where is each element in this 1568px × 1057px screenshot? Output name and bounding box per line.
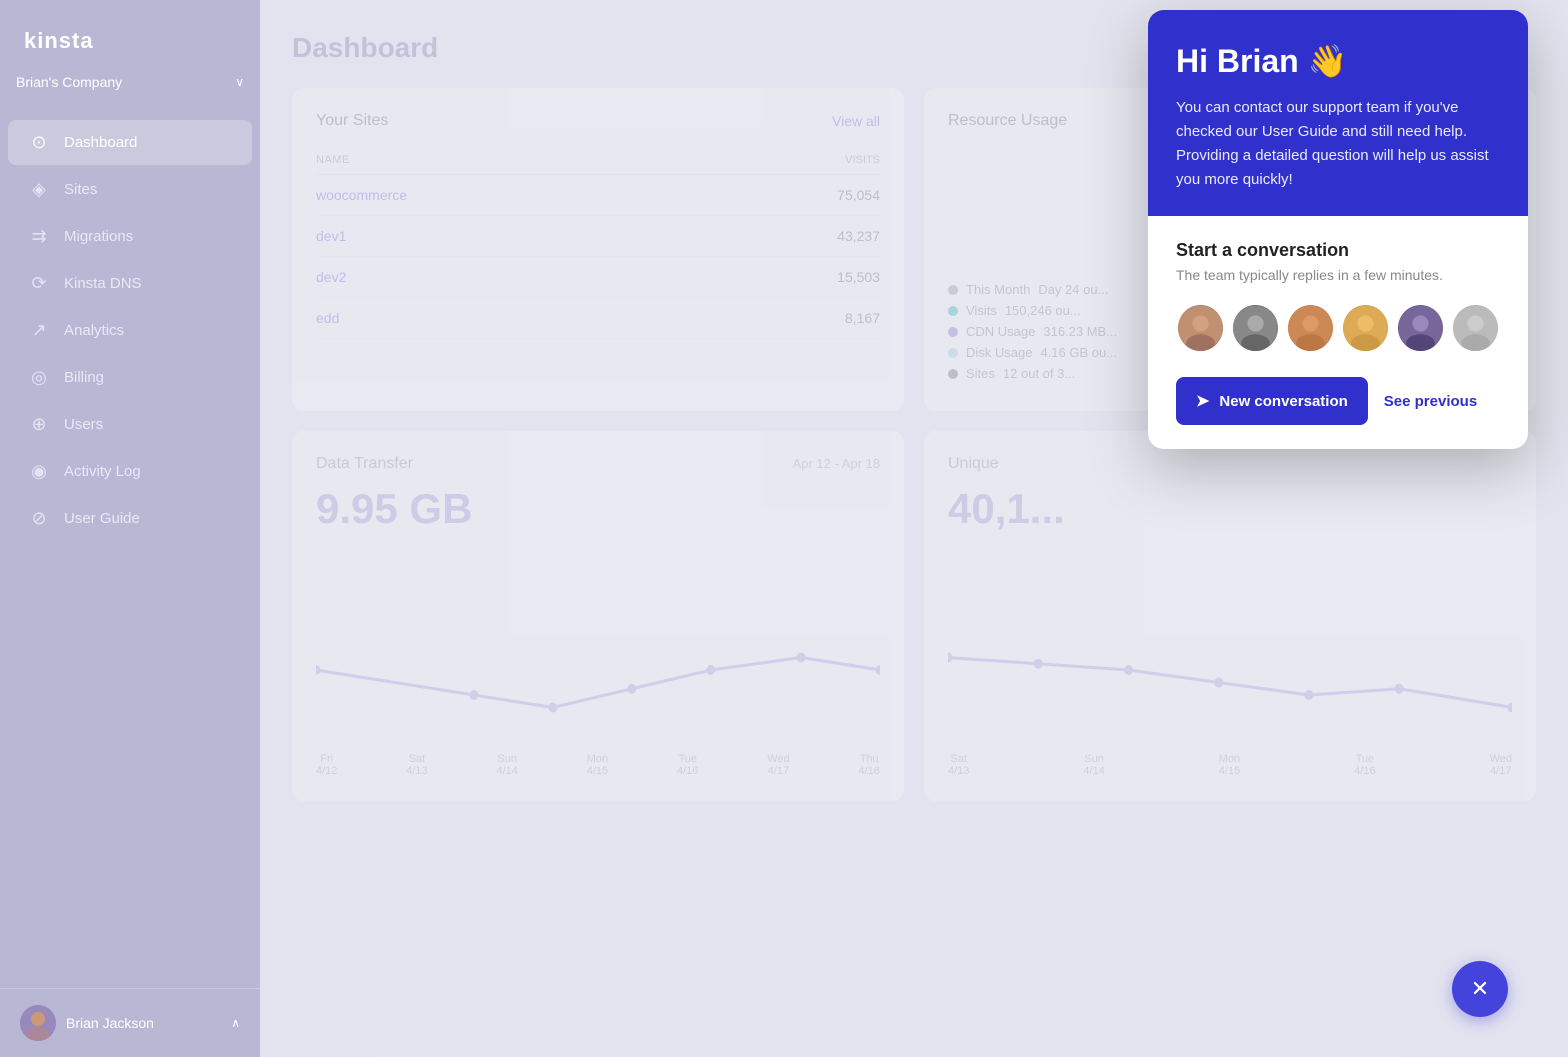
sidebar-item-dashboard[interactable]: ⊙ Dashboard — [8, 120, 252, 165]
sidebar-item-label: Activity Log — [64, 463, 141, 480]
support-avatar — [1341, 303, 1390, 353]
popup-body: Start a conversation The team typically … — [1148, 216, 1528, 449]
see-previous-link[interactable]: See previous — [1384, 393, 1477, 410]
support-avatar — [1451, 303, 1500, 353]
popup-greeting: Hi Brian 👋 — [1176, 42, 1500, 80]
sidebar-item-label: Analytics — [64, 322, 124, 339]
sidebar-item-sites[interactable]: ◈ Sites — [8, 167, 252, 212]
sidebar-item-migrations[interactable]: ⇉ Migrations — [8, 214, 252, 259]
send-icon: ➤ — [1196, 391, 1209, 411]
wave-emoji: 👋 — [1308, 43, 1348, 79]
sidebar-item-activity-log[interactable]: ◉ Activity Log — [8, 449, 252, 494]
users-icon: ⊕ — [28, 414, 50, 435]
close-icon: ✕ — [1471, 976, 1489, 1002]
sidebar: kinsta Brian's Company ∨ ⊙ Dashboard ◈ S… — [0, 0, 260, 1057]
sidebar-item-label: Dashboard — [64, 134, 137, 151]
sidebar-item-label: Migrations — [64, 228, 133, 245]
support-popup: Hi Brian 👋 You can contact our support t… — [1148, 10, 1528, 449]
close-button[interactable]: ✕ — [1452, 961, 1508, 1017]
activity-icon: ◉ — [28, 461, 50, 482]
user-name: Brian Jackson — [66, 1015, 154, 1031]
avatar — [20, 1005, 56, 1041]
sidebar-item-analytics[interactable]: ↗ Analytics — [8, 308, 252, 353]
billing-icon: ◎ — [28, 367, 50, 388]
main-content: Dashboard Your Sites View all NAME VISIT… — [260, 0, 1568, 1057]
popup-description: You can contact our support team if you'… — [1176, 96, 1500, 192]
sidebar-item-label: Billing — [64, 369, 104, 386]
guide-icon: ⊘ — [28, 508, 50, 529]
support-avatar — [1286, 303, 1335, 353]
new-conversation-button[interactable]: ➤ New conversation — [1176, 377, 1368, 425]
chevron-up-icon: ∧ — [231, 1016, 240, 1030]
sidebar-item-kinsta-dns[interactable]: ⟳ Kinsta DNS — [8, 261, 252, 306]
sidebar-item-label: Kinsta DNS — [64, 275, 142, 292]
sidebar-item-label: Users — [64, 416, 103, 433]
logo-container: kinsta — [0, 0, 260, 74]
support-avatar — [1396, 303, 1445, 353]
popup-header: Hi Brian 👋 You can contact our support t… — [1148, 10, 1528, 216]
popup-actions: ➤ New conversation See previous — [1176, 377, 1500, 425]
conversation-title: Start a conversation — [1176, 240, 1500, 261]
dns-icon: ⟳ — [28, 273, 50, 294]
chevron-down-icon: ∨ — [235, 75, 244, 89]
sidebar-item-billing[interactable]: ◎ Billing — [8, 355, 252, 400]
sidebar-item-label: Sites — [64, 181, 97, 198]
company-name: Brian's Company — [16, 74, 122, 90]
support-avatar — [1231, 303, 1280, 353]
home-icon: ⊙ — [28, 132, 50, 153]
sidebar-footer: Brian Jackson ∧ — [0, 988, 260, 1057]
avatars-row — [1176, 303, 1500, 353]
support-avatar — [1176, 303, 1225, 353]
sidebar-nav: ⊙ Dashboard ◈ Sites ⇉ Migrations ⟳ Kinst… — [0, 110, 260, 988]
migrations-icon: ⇉ — [28, 226, 50, 247]
new-conversation-label: New conversation — [1219, 393, 1347, 410]
sidebar-item-user-guide[interactable]: ⊘ User Guide — [8, 496, 252, 541]
sites-icon: ◈ — [28, 179, 50, 200]
sidebar-item-label: User Guide — [64, 510, 140, 527]
analytics-icon: ↗ — [28, 320, 50, 341]
sidebar-item-users[interactable]: ⊕ Users — [8, 402, 252, 447]
company-selector[interactable]: Brian's Company ∨ — [0, 74, 260, 110]
user-info: Brian Jackson — [20, 1005, 154, 1041]
logo: kinsta — [24, 28, 236, 54]
conversation-subtitle: The team typically replies in a few minu… — [1176, 267, 1500, 283]
